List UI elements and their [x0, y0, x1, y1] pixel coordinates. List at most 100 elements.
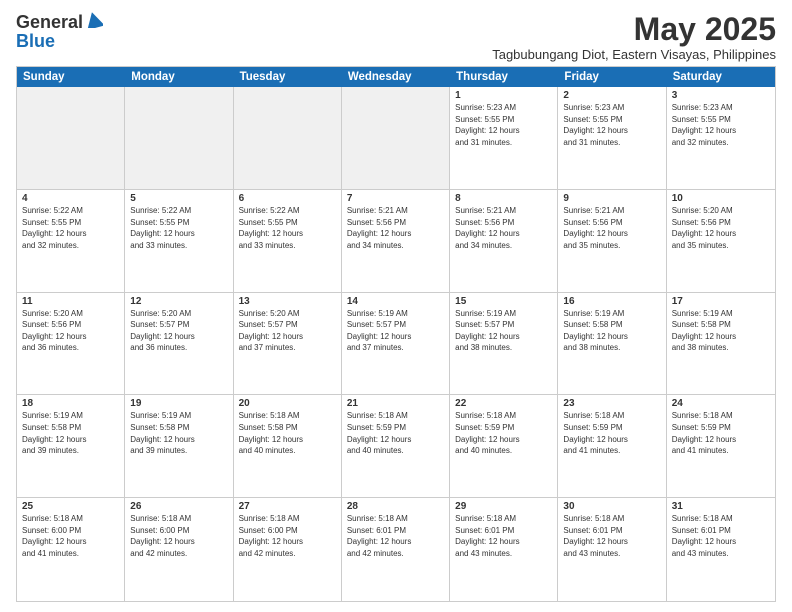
cell-detail: Sunrise: 5:18 AM Sunset: 5:59 PM Dayligh… [563, 410, 660, 456]
table-row: 27Sunrise: 5:18 AM Sunset: 6:00 PM Dayli… [234, 498, 342, 601]
cell-detail: Sunrise: 5:18 AM Sunset: 5:59 PM Dayligh… [672, 410, 770, 456]
day-number: 7 [347, 193, 444, 204]
day-number: 20 [239, 398, 336, 409]
table-row: 10Sunrise: 5:20 AM Sunset: 5:56 PM Dayli… [667, 190, 775, 292]
day-number: 23 [563, 398, 660, 409]
cell-detail: Sunrise: 5:18 AM Sunset: 6:01 PM Dayligh… [347, 513, 444, 559]
cell-detail: Sunrise: 5:19 AM Sunset: 5:57 PM Dayligh… [455, 308, 552, 354]
cell-detail: Sunrise: 5:18 AM Sunset: 6:00 PM Dayligh… [130, 513, 227, 559]
logo-blue-text: Blue [16, 31, 55, 51]
day-number: 17 [672, 296, 770, 307]
calendar-row: 18Sunrise: 5:19 AM Sunset: 5:58 PM Dayli… [17, 395, 775, 498]
cell-detail: Sunrise: 5:18 AM Sunset: 6:01 PM Dayligh… [563, 513, 660, 559]
day-number: 31 [672, 501, 770, 512]
table-row: 22Sunrise: 5:18 AM Sunset: 5:59 PM Dayli… [450, 395, 558, 497]
table-row: 21Sunrise: 5:18 AM Sunset: 5:59 PM Dayli… [342, 395, 450, 497]
table-row: 19Sunrise: 5:19 AM Sunset: 5:58 PM Dayli… [125, 395, 233, 497]
table-row: 14Sunrise: 5:19 AM Sunset: 5:57 PM Dayli… [342, 293, 450, 395]
day-number: 14 [347, 296, 444, 307]
table-row [125, 87, 233, 189]
day-number: 28 [347, 501, 444, 512]
cell-detail: Sunrise: 5:22 AM Sunset: 5:55 PM Dayligh… [22, 205, 119, 251]
cell-detail: Sunrise: 5:20 AM Sunset: 5:56 PM Dayligh… [672, 205, 770, 251]
cell-detail: Sunrise: 5:18 AM Sunset: 6:01 PM Dayligh… [455, 513, 552, 559]
header-monday: Monday [125, 67, 233, 87]
cell-detail: Sunrise: 5:19 AM Sunset: 5:57 PM Dayligh… [347, 308, 444, 354]
table-row: 20Sunrise: 5:18 AM Sunset: 5:58 PM Dayli… [234, 395, 342, 497]
day-number: 21 [347, 398, 444, 409]
day-number: 12 [130, 296, 227, 307]
calendar: Sunday Monday Tuesday Wednesday Thursday… [16, 66, 776, 602]
cell-detail: Sunrise: 5:23 AM Sunset: 5:55 PM Dayligh… [455, 102, 552, 148]
cell-detail: Sunrise: 5:18 AM Sunset: 5:58 PM Dayligh… [239, 410, 336, 456]
day-number: 18 [22, 398, 119, 409]
table-row: 16Sunrise: 5:19 AM Sunset: 5:58 PM Dayli… [558, 293, 666, 395]
header-thursday: Thursday [450, 67, 558, 87]
day-number: 2 [563, 90, 660, 101]
table-row: 28Sunrise: 5:18 AM Sunset: 6:01 PM Dayli… [342, 498, 450, 601]
table-row: 2Sunrise: 5:23 AM Sunset: 5:55 PM Daylig… [558, 87, 666, 189]
table-row: 26Sunrise: 5:18 AM Sunset: 6:00 PM Dayli… [125, 498, 233, 601]
calendar-body: 1Sunrise: 5:23 AM Sunset: 5:55 PM Daylig… [17, 87, 775, 601]
day-number: 6 [239, 193, 336, 204]
cell-detail: Sunrise: 5:20 AM Sunset: 5:56 PM Dayligh… [22, 308, 119, 354]
table-row: 17Sunrise: 5:19 AM Sunset: 5:58 PM Dayli… [667, 293, 775, 395]
table-row: 24Sunrise: 5:18 AM Sunset: 5:59 PM Dayli… [667, 395, 775, 497]
header-friday: Friday [558, 67, 666, 87]
calendar-row: 25Sunrise: 5:18 AM Sunset: 6:00 PM Dayli… [17, 498, 775, 601]
table-row: 6Sunrise: 5:22 AM Sunset: 5:55 PM Daylig… [234, 190, 342, 292]
cell-detail: Sunrise: 5:22 AM Sunset: 5:55 PM Dayligh… [239, 205, 336, 251]
day-number: 22 [455, 398, 552, 409]
logo-general-text: General [16, 12, 83, 33]
cell-detail: Sunrise: 5:19 AM Sunset: 5:58 PM Dayligh… [22, 410, 119, 456]
day-number: 24 [672, 398, 770, 409]
table-row: 15Sunrise: 5:19 AM Sunset: 5:57 PM Dayli… [450, 293, 558, 395]
cell-detail: Sunrise: 5:20 AM Sunset: 5:57 PM Dayligh… [130, 308, 227, 354]
day-number: 16 [563, 296, 660, 307]
day-number: 11 [22, 296, 119, 307]
cell-detail: Sunrise: 5:18 AM Sunset: 6:00 PM Dayligh… [22, 513, 119, 559]
header-saturday: Saturday [667, 67, 775, 87]
cell-detail: Sunrise: 5:23 AM Sunset: 5:55 PM Dayligh… [563, 102, 660, 148]
day-number: 30 [563, 501, 660, 512]
title-section: May 2025 Tagbubungang Diot, Eastern Visa… [492, 12, 776, 62]
day-number: 27 [239, 501, 336, 512]
page: General Blue May 2025 Tagbubungang Diot,… [0, 0, 792, 612]
cell-detail: Sunrise: 5:19 AM Sunset: 5:58 PM Dayligh… [563, 308, 660, 354]
day-number: 9 [563, 193, 660, 204]
cell-detail: Sunrise: 5:18 AM Sunset: 6:00 PM Dayligh… [239, 513, 336, 559]
table-row: 1Sunrise: 5:23 AM Sunset: 5:55 PM Daylig… [450, 87, 558, 189]
day-number: 29 [455, 501, 552, 512]
calendar-row: 1Sunrise: 5:23 AM Sunset: 5:55 PM Daylig… [17, 87, 775, 190]
table-row: 23Sunrise: 5:18 AM Sunset: 5:59 PM Dayli… [558, 395, 666, 497]
cell-detail: Sunrise: 5:18 AM Sunset: 6:01 PM Dayligh… [672, 513, 770, 559]
table-row: 12Sunrise: 5:20 AM Sunset: 5:57 PM Dayli… [125, 293, 233, 395]
main-title: May 2025 [492, 12, 776, 47]
cell-detail: Sunrise: 5:21 AM Sunset: 5:56 PM Dayligh… [347, 205, 444, 251]
table-row: 3Sunrise: 5:23 AM Sunset: 5:55 PM Daylig… [667, 87, 775, 189]
calendar-row: 4Sunrise: 5:22 AM Sunset: 5:55 PM Daylig… [17, 190, 775, 293]
table-row: 25Sunrise: 5:18 AM Sunset: 6:00 PM Dayli… [17, 498, 125, 601]
day-number: 5 [130, 193, 227, 204]
table-row: 11Sunrise: 5:20 AM Sunset: 5:56 PM Dayli… [17, 293, 125, 395]
table-row: 4Sunrise: 5:22 AM Sunset: 5:55 PM Daylig… [17, 190, 125, 292]
day-number: 19 [130, 398, 227, 409]
cell-detail: Sunrise: 5:18 AM Sunset: 5:59 PM Dayligh… [347, 410, 444, 456]
table-row: 8Sunrise: 5:21 AM Sunset: 5:56 PM Daylig… [450, 190, 558, 292]
cell-detail: Sunrise: 5:19 AM Sunset: 5:58 PM Dayligh… [130, 410, 227, 456]
day-number: 1 [455, 90, 552, 101]
logo-triangle-icon [85, 12, 103, 28]
table-row [342, 87, 450, 189]
cell-detail: Sunrise: 5:19 AM Sunset: 5:58 PM Dayligh… [672, 308, 770, 354]
calendar-header: Sunday Monday Tuesday Wednesday Thursday… [17, 67, 775, 87]
table-row: 9Sunrise: 5:21 AM Sunset: 5:56 PM Daylig… [558, 190, 666, 292]
day-number: 8 [455, 193, 552, 204]
table-row: 7Sunrise: 5:21 AM Sunset: 5:56 PM Daylig… [342, 190, 450, 292]
day-number: 26 [130, 501, 227, 512]
day-number: 25 [22, 501, 119, 512]
cell-detail: Sunrise: 5:22 AM Sunset: 5:55 PM Dayligh… [130, 205, 227, 251]
cell-detail: Sunrise: 5:23 AM Sunset: 5:55 PM Dayligh… [672, 102, 770, 148]
calendar-row: 11Sunrise: 5:20 AM Sunset: 5:56 PM Dayli… [17, 293, 775, 396]
day-number: 4 [22, 193, 119, 204]
logo: General Blue [16, 12, 103, 52]
